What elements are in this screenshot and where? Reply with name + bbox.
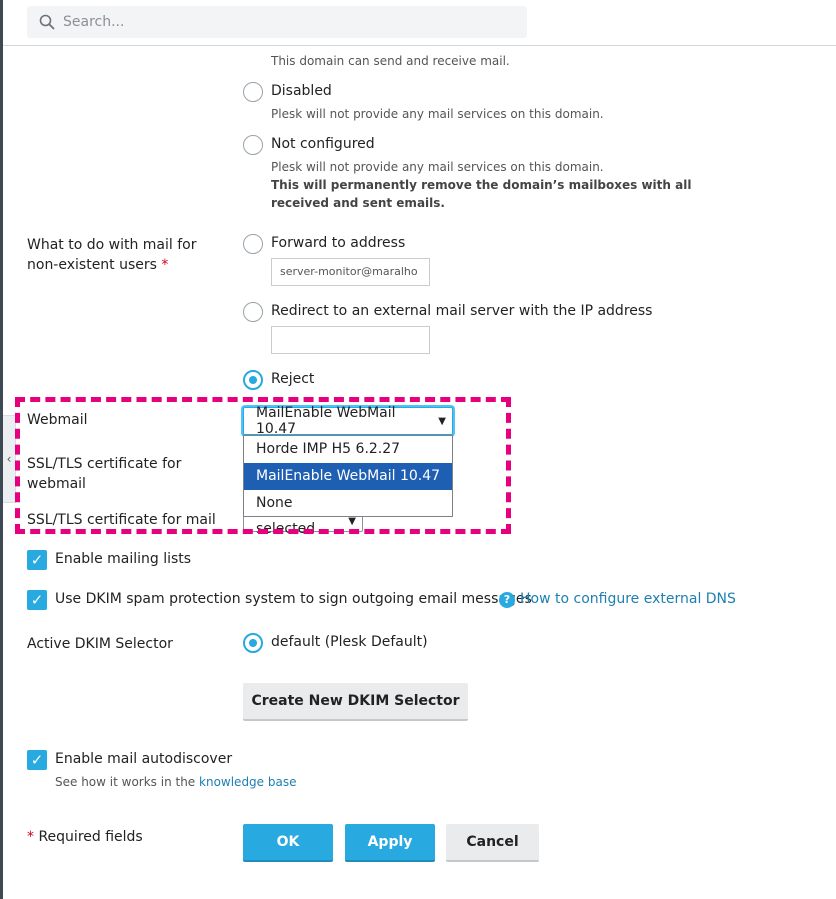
radio-reject[interactable]: [243, 370, 263, 390]
dkim-checkbox[interactable]: ✓: [27, 590, 47, 610]
forward-to-address-label: Forward to address: [271, 235, 406, 251]
dkim-default-label: default (Plesk Default): [271, 634, 428, 650]
cancel-button[interactable]: Cancel: [446, 824, 539, 862]
mail-disabled-label: Disabled: [271, 83, 332, 99]
radio-mail-disabled[interactable]: [243, 82, 263, 102]
mail-not-configured-label: Not configured: [271, 136, 375, 152]
redirect-external-label: Redirect to an external mail server with…: [271, 303, 653, 319]
knowledge-base-link[interactable]: knowledge base: [199, 775, 296, 789]
radio-dkim-default[interactable]: [243, 633, 263, 653]
search-icon: [39, 14, 55, 30]
autodiscover-checkbox[interactable]: ✓: [27, 750, 47, 770]
search-input[interactable]: [63, 14, 503, 30]
checkmark-icon: ✓: [30, 551, 44, 569]
mail-not-configured-hint: Plesk will not provide any mail services…: [271, 160, 604, 174]
ok-button[interactable]: OK: [243, 824, 333, 862]
dkim-label: Use DKIM spam protection system to sign …: [55, 591, 532, 607]
highlight-annotation-box: [15, 397, 511, 534]
dkim-selector-label: Active DKIM Selector: [27, 636, 173, 652]
chevron-left-icon: ‹: [6, 452, 12, 466]
reject-label: Reject: [271, 371, 315, 387]
mail-enabled-hint: This domain can send and receive mail.: [271, 54, 510, 68]
mail-not-configured-warning: This will permanently remove the domain’…: [271, 178, 692, 210]
mailing-lists-checkbox[interactable]: ✓: [27, 550, 47, 570]
forward-address-input[interactable]: server-monitor@maralho: [271, 258, 430, 286]
mail-disabled-hint: Plesk will not provide any mail services…: [271, 107, 604, 121]
radio-redirect-external[interactable]: [243, 302, 263, 322]
checkmark-icon: ✓: [30, 591, 44, 609]
help-icon[interactable]: ?: [499, 592, 515, 608]
autodiscover-label: Enable mail autodiscover: [55, 751, 233, 767]
radio-mail-not-configured[interactable]: [243, 135, 263, 155]
apply-button[interactable]: Apply: [345, 824, 435, 862]
autodiscover-hint: See how it works in the knowledge base: [55, 775, 297, 789]
mailing-lists-label: Enable mailing lists: [55, 551, 192, 567]
external-dns-help-link[interactable]: How to configure external DNS: [520, 591, 736, 607]
search-box: [27, 6, 527, 38]
create-dkim-selector-button[interactable]: Create New DKIM Selector: [243, 683, 468, 721]
nonexistent-users-label: What to do with mail for non-existent us…: [27, 237, 197, 273]
checkmark-icon: ✓: [30, 751, 44, 769]
redirect-ip-input[interactable]: [271, 326, 430, 354]
top-bar: [3, 0, 836, 46]
required-fields-note: * Required fields: [27, 829, 143, 845]
radio-forward-to-address[interactable]: [243, 234, 263, 254]
